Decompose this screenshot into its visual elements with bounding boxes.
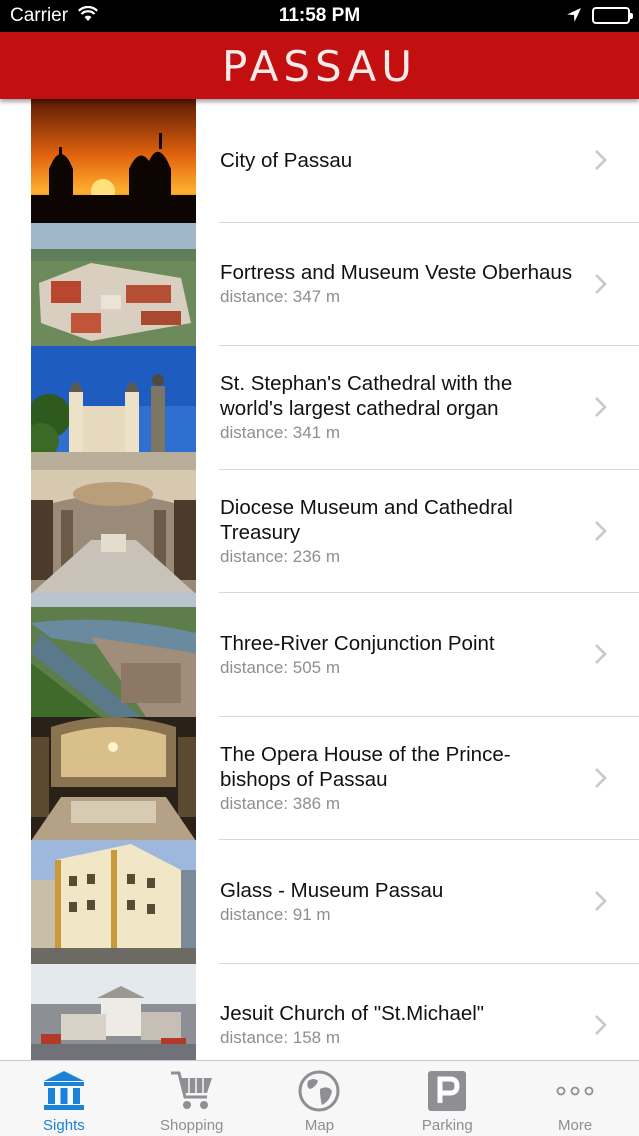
- sights-list[interactable]: City of Passau Fortress and Museum Veste…: [0, 99, 639, 1061]
- sight-distance: distance: 347 m: [220, 287, 341, 307]
- tab-label: Parking: [421, 1117, 473, 1134]
- shopping-cart-icon: [170, 1071, 212, 1109]
- tab-sights[interactable]: Sights: [0, 1061, 128, 1136]
- sight-thumbnail: [31, 346, 196, 470]
- sight-title: Three-River Conjunction Point: [220, 631, 495, 655]
- sight-thumbnail: [31, 840, 196, 964]
- list-item[interactable]: St. Stephan's Cathedral with the world's…: [0, 346, 639, 470]
- sight-thumbnail: [31, 469, 196, 593]
- globe-icon: [298, 1070, 340, 1112]
- chevron-right-icon: [595, 150, 607, 170]
- chevron-right-icon: [595, 397, 607, 417]
- parking-icon: [428, 1071, 467, 1111]
- chevron-right-icon: [595, 767, 607, 788]
- tab-map[interactable]: Map: [256, 1061, 384, 1136]
- sight-distance: distance: 505 m: [220, 657, 341, 677]
- sight-title: Diocese Museum and Cathedral Treasury: [220, 495, 513, 544]
- battery-icon: [592, 7, 633, 24]
- tab-label: Sights: [43, 1117, 85, 1134]
- tab-label: Shopping: [159, 1117, 224, 1134]
- tab-bar: Sights Shopping Map Parking More: [0, 1060, 639, 1136]
- sight-thumbnail: [31, 716, 196, 840]
- sight-distance: distance: 341 m: [220, 423, 341, 443]
- tab-more[interactable]: More: [511, 1061, 639, 1136]
- sight-thumbnail: [31, 593, 196, 717]
- sight-title: Glass - Museum Passau: [220, 878, 444, 902]
- chevron-right-icon: [595, 273, 607, 294]
- list-item[interactable]: Glass - Museum Passau distance: 91 m: [0, 840, 639, 964]
- status-bar: Carrier 11:58 PM: [0, 0, 639, 32]
- location-arrow-icon: [566, 7, 582, 28]
- chevron-right-icon: [595, 1014, 607, 1035]
- list-item[interactable]: Jesuit Church of "St.Michael" distance: …: [0, 963, 639, 1061]
- clock-time: 11:58 PM: [278, 5, 361, 26]
- sight-thumbnail: [31, 99, 196, 223]
- sight-thumbnail: [31, 222, 196, 346]
- list-item[interactable]: The Opera House of the Prince-bishops of…: [0, 716, 639, 840]
- tab-label: More: [557, 1117, 593, 1134]
- list-item[interactable]: Fortress and Museum Veste Oberhaus dista…: [0, 222, 639, 346]
- sight-title: St. Stephan's Cathedral with the world's…: [220, 372, 513, 421]
- chevron-right-icon: [595, 891, 607, 911]
- chevron-right-icon: [595, 520, 607, 541]
- nav-bar: PASSAU: [0, 32, 639, 99]
- sight-distance: distance: 158 m: [220, 1028, 341, 1048]
- more-dots-icon: [556, 1086, 594, 1096]
- list-item[interactable]: Diocese Museum and Cathedral Treasury di…: [0, 469, 639, 593]
- app-title: PASSAU: [222, 42, 417, 91]
- sight-distance: distance: 236 m: [220, 546, 341, 566]
- sight-distance: distance: 386 m: [220, 793, 341, 813]
- sight-title: Jesuit Church of "St.Michael": [220, 1002, 485, 1026]
- tab-label: Map: [304, 1117, 335, 1134]
- tab-parking[interactable]: Parking: [383, 1061, 511, 1136]
- sight-thumbnail: [31, 963, 196, 1061]
- list-item[interactable]: City of Passau: [0, 99, 639, 223]
- sight-title: City of Passau: [220, 149, 353, 173]
- tab-shopping[interactable]: Shopping: [128, 1061, 256, 1136]
- museum-icon: [43, 1071, 84, 1110]
- sight-title: Fortress and Museum Veste Oberhaus: [220, 261, 573, 285]
- list-item[interactable]: Three-River Conjunction Point distance: …: [0, 593, 639, 717]
- sight-distance: distance: 91 m: [220, 904, 331, 924]
- sight-title: The Opera House of the Prince-bishops of…: [220, 742, 511, 791]
- chevron-right-icon: [595, 644, 607, 664]
